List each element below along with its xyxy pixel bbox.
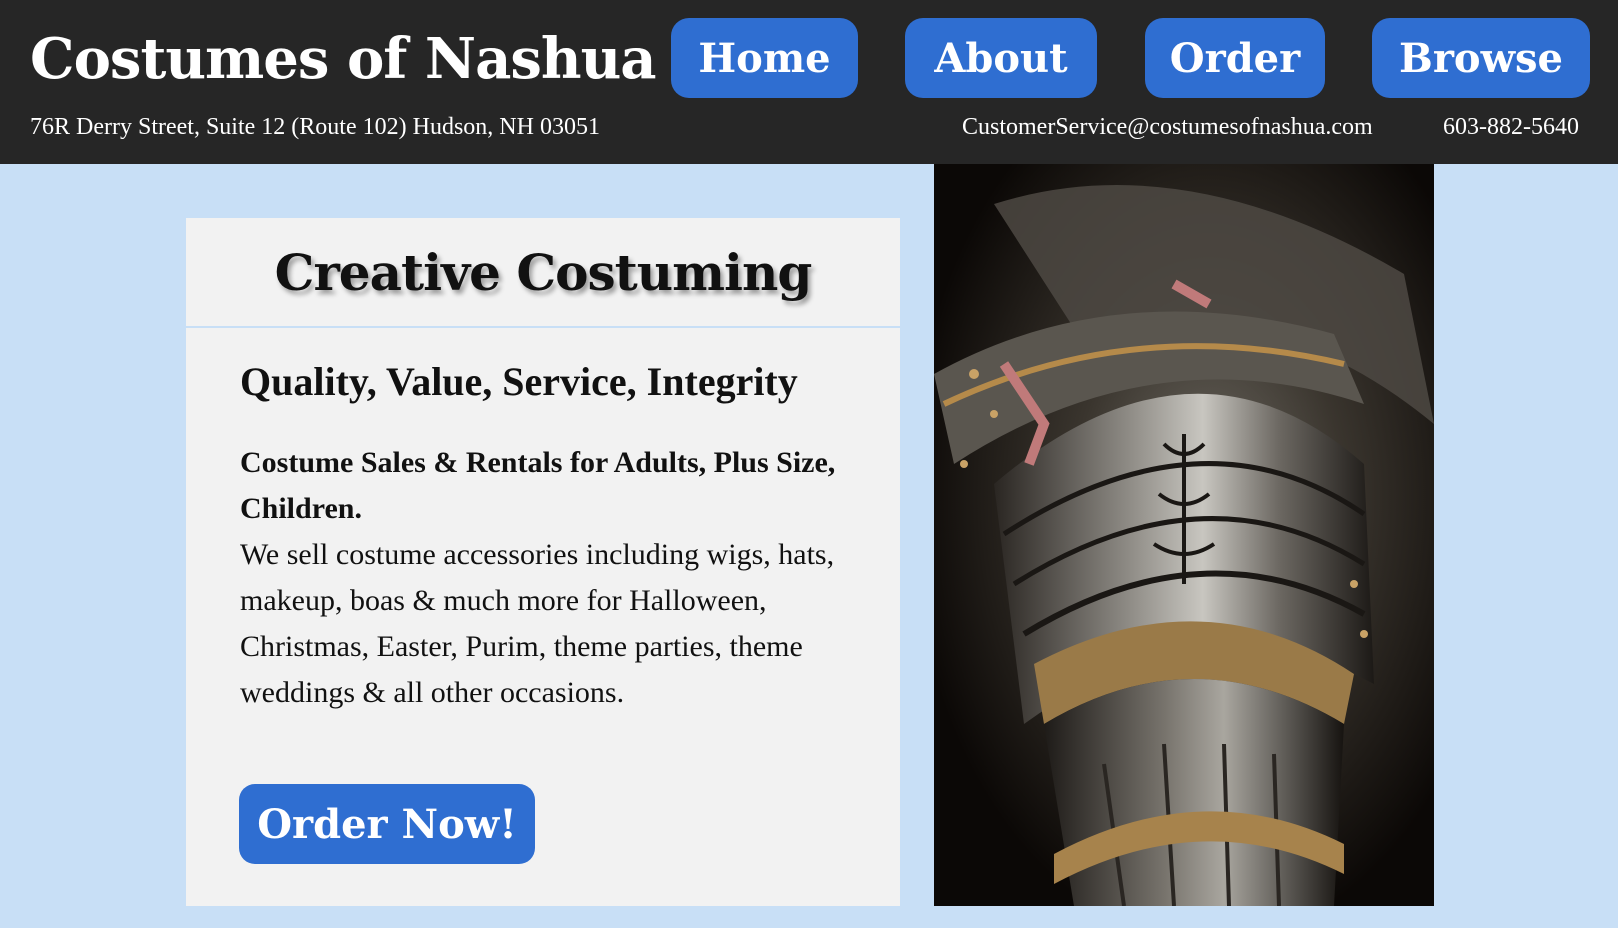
description-text: We sell costume accessories including wi… — [240, 538, 835, 709]
armor-illustration — [934, 164, 1434, 906]
site-header: Costumes of Nashua Home About Order Brow… — [0, 0, 1618, 164]
nav-order-button[interactable]: Order — [1145, 18, 1325, 98]
card-heading-box: Creative Costuming — [186, 218, 900, 328]
email-link[interactable]: CustomerService@costumesofnashua.com — [962, 114, 1373, 141]
armor-photo — [934, 164, 1434, 906]
phone-number[interactable]: 603-882-5640 — [1443, 114, 1579, 141]
nav-browse-button[interactable]: Browse — [1372, 18, 1590, 98]
card-heading: Creative Costuming — [274, 242, 813, 302]
nav-home-button[interactable]: Home — [671, 18, 858, 98]
site-title[interactable]: Costumes of Nashua — [30, 26, 657, 92]
tagline: Quality, Value, Service, Integrity — [240, 359, 798, 404]
sales-line: Costume Sales & Rentals for Adults, Plus… — [240, 446, 836, 525]
order-now-button[interactable]: Order Now! — [239, 784, 535, 864]
intro-card: Creative Costuming Quality, Value, Servi… — [186, 218, 900, 906]
nav-about-button[interactable]: About — [905, 18, 1097, 98]
store-address: 76R Derry Street, Suite 12 (Route 102) H… — [30, 114, 600, 140]
